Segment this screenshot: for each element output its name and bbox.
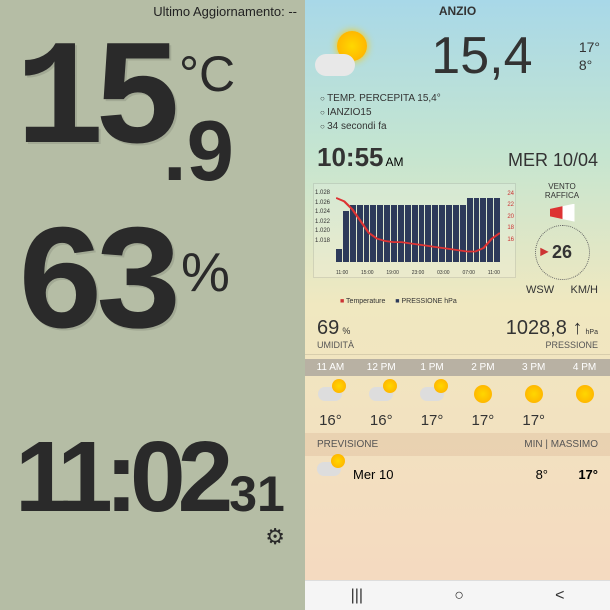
station-id: IANZIO15 xyxy=(320,106,595,120)
hour-icon xyxy=(407,380,458,408)
time-main: 11:02 xyxy=(15,420,225,535)
forecast-min: 8° xyxy=(508,467,548,482)
wind-unit: KM/H xyxy=(571,284,599,296)
wind-arrow-icon: ▶ xyxy=(541,247,549,258)
wind-widget: VENTO RAFFICA ▶ 26 WSW KM/H xyxy=(522,183,602,296)
chart-wind-section: 1.0281.0261.0241.0221.0201.018 242220181… xyxy=(305,179,610,300)
windsock-icon xyxy=(550,204,575,222)
humidity-pressure-row: 69 % UMIDITÀ 1028,8 ↑ hPa PRESSIONE xyxy=(305,305,610,354)
y-axis-pressure: 1.0281.0261.0241.0221.0201.018 xyxy=(315,189,330,247)
x-axis-hours: 11:0015:0019:0023:0003:0007:0011:00 xyxy=(336,270,500,276)
forecast-day: Mer 10 xyxy=(353,467,508,482)
nav-back-icon[interactable]: < xyxy=(555,587,564,605)
pressure-unit: hPa xyxy=(586,329,598,336)
wind-direction: WSW xyxy=(526,284,554,296)
hour-temp: 17° xyxy=(508,412,559,429)
hour-time: 2 PM xyxy=(457,359,508,376)
hour-cell[interactable]: 2 PM 17° xyxy=(457,355,508,433)
hour-temp: 17° xyxy=(407,412,458,429)
temp-integer: 15 xyxy=(15,40,171,168)
clock-time: 10:55 xyxy=(317,142,384,172)
temp-high: 17° xyxy=(579,39,600,55)
hour-icon xyxy=(559,380,610,408)
nav-home-icon[interactable]: ○ xyxy=(454,587,464,605)
wind-label-2: RAFFICA xyxy=(522,192,602,201)
hour-icon xyxy=(305,380,356,408)
chart-legend: Temperature PRESSIONE hPa xyxy=(305,298,610,305)
date-label: MER 10/04 xyxy=(508,150,598,171)
forecast-header-1: PREVISIONE xyxy=(317,439,524,450)
current-temp: 15,4 xyxy=(385,26,579,86)
hour-time: 3 PM xyxy=(508,359,559,376)
forecast-max: 17° xyxy=(548,467,598,482)
humidity-value: 69 xyxy=(317,317,339,339)
humidity-unit: % xyxy=(342,326,350,336)
gear-icon[interactable]: ⚙ xyxy=(265,524,285,550)
temp-range: 17° 8° xyxy=(579,39,600,73)
time-date-row: 10:55AM MER 10/04 xyxy=(305,136,610,179)
humidity-label: UMIDITÀ xyxy=(317,340,354,350)
humidity-block: 69 % UMIDITÀ xyxy=(317,317,354,350)
temp-unit: °C xyxy=(179,45,235,103)
hour-time: 1 PM xyxy=(407,359,458,376)
updated-ago: 34 secondi fa xyxy=(320,120,595,134)
humidity-unit: % xyxy=(181,240,230,304)
hour-cell[interactable]: 1 PM 17° xyxy=(407,355,458,433)
wind-speed: 26 xyxy=(552,242,572,263)
android-nav-bar: ||| ○ < xyxy=(305,580,610,610)
hour-icon xyxy=(508,380,559,408)
hour-cell[interactable]: 12 PM 16° xyxy=(356,355,407,433)
pressure-value: 1028,8 ↑ xyxy=(506,317,583,339)
hour-temp: 16° xyxy=(305,412,356,429)
hour-cell[interactable]: 3 PM 17° xyxy=(508,355,559,433)
current-conditions: 15,4 17° 8° xyxy=(305,22,610,90)
forecast-icon xyxy=(317,462,347,487)
pressure-block: 1028,8 ↑ hPa PRESSIONE xyxy=(506,317,598,350)
hour-temp: 17° xyxy=(457,412,508,429)
legend-temp: Temperature xyxy=(340,298,385,305)
hour-time: 4 PM xyxy=(559,359,610,376)
lcd-clock: 11:02 31 xyxy=(15,420,285,535)
wind-compass: ▶ 26 xyxy=(535,225,590,280)
weather-icon xyxy=(315,31,375,81)
feels-like: TEMP. PERCEPITA 15,4° xyxy=(320,92,595,106)
clock-ampm: AM xyxy=(386,155,404,169)
hour-icon xyxy=(457,380,508,408)
forecast-header: PREVISIONE MIN | MASSIMO xyxy=(305,433,610,456)
hour-icon xyxy=(356,380,407,408)
pressure-label: PRESSIONE xyxy=(506,340,598,350)
hour-time: 11 AM xyxy=(305,359,356,376)
hour-temp: 16° xyxy=(356,412,407,429)
lcd-temperature: 15 °C .9 xyxy=(15,40,290,201)
lcd-panel: Ultimo Aggiornamento: -- 15 °C .9 63 % 1… xyxy=(0,0,305,610)
lcd-humidity: 63 % xyxy=(15,225,230,353)
time-seconds: 31 xyxy=(229,465,285,523)
hourly-forecast[interactable]: 11 AM 16° 12 PM 16° 1 PM 17° 2 PM 17° 3 PM 17° 4 P… xyxy=(305,354,610,433)
weather-panel: ANZIO 15,4 17° 8° TEMP. PERCEPITA 15,4° … xyxy=(305,0,610,610)
location-label[interactable]: ANZIO xyxy=(305,0,610,22)
pressure-temp-chart[interactable]: 1.0281.0261.0241.0221.0201.018 242220181… xyxy=(313,183,516,278)
station-meta: TEMP. PERCEPITA 15,4° IANZIO15 34 second… xyxy=(305,90,610,136)
y-axis-temp: 2422201816 xyxy=(507,189,514,246)
humidity-value: 63 xyxy=(15,225,171,353)
nav-recent-icon[interactable]: ||| xyxy=(351,587,363,605)
temp-low: 8° xyxy=(579,57,600,73)
temp-line xyxy=(336,192,500,262)
hour-cell[interactable]: 4 PM xyxy=(559,355,610,433)
legend-pressure: PRESSIONE hPa xyxy=(395,298,456,305)
hour-cell[interactable]: 11 AM 16° xyxy=(305,355,356,433)
forecast-header-2: MIN | MASSIMO xyxy=(524,439,598,450)
hour-time: 12 PM xyxy=(356,359,407,376)
forecast-row[interactable]: Mer 10 8° 17° xyxy=(305,456,610,493)
temp-decimal: .9 xyxy=(163,103,234,201)
